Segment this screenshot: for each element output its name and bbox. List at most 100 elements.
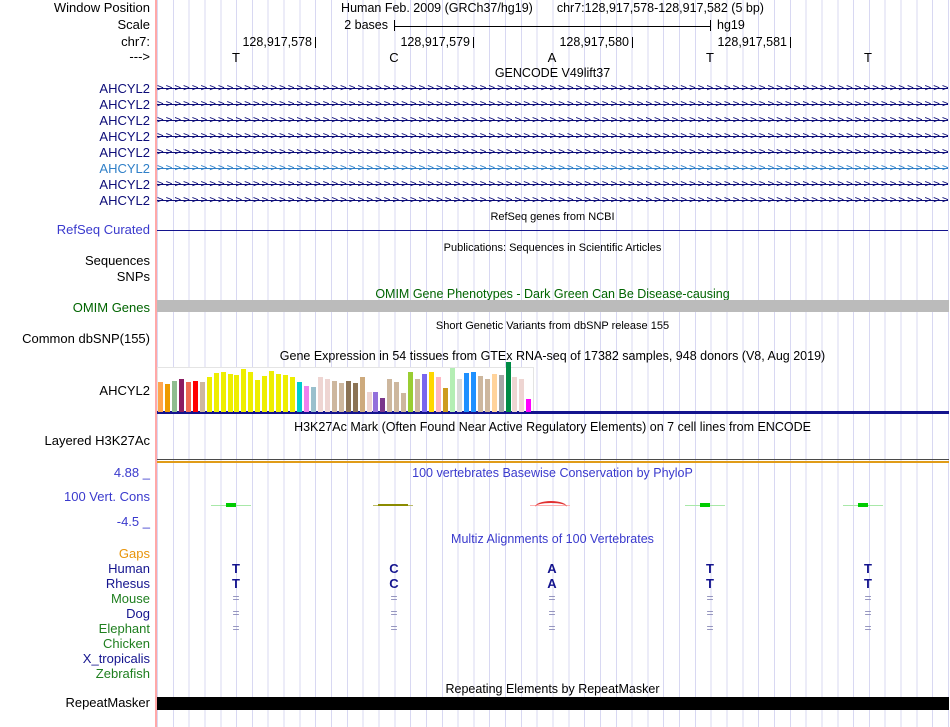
species-label[interactable]: Elephant [0, 621, 150, 636]
gene-label[interactable]: AHCYL2 [0, 161, 150, 176]
gene-transcript-line[interactable]: >>>>>>>>>>>>>>>>>>>>>>>>>>>>>>>>>>>>>>>>… [157, 80, 948, 96]
gtex-tissue-bar[interactable] [165, 384, 170, 412]
gtex-tissue-bar[interactable] [478, 376, 483, 412]
gtex-tissue-bar[interactable] [255, 380, 260, 412]
publications-sequences-label[interactable]: Sequences [0, 254, 150, 268]
species-label[interactable]: Zebrafish [0, 666, 150, 681]
gtex-tissue-bar[interactable] [485, 379, 490, 412]
gtex-tissue-bar[interactable] [186, 382, 191, 412]
gtex-tissue-bar[interactable] [234, 375, 239, 412]
refseq-curated-label[interactable]: RefSeq Curated [0, 223, 150, 237]
repeatmasker-label[interactable]: RepeatMasker [0, 696, 150, 710]
gtex-tissue-bar[interactable] [380, 398, 385, 412]
gene-label[interactable]: AHCYL2 [0, 145, 150, 160]
gtex-tissue-bar[interactable] [214, 373, 219, 412]
gene-label[interactable]: AHCYL2 [0, 177, 150, 192]
alignment-base: T [216, 576, 256, 591]
gtex-tissue-bar[interactable] [311, 387, 316, 412]
gtex-tissue-bar[interactable] [422, 374, 427, 412]
gtex-tissue-bar[interactable] [221, 372, 226, 412]
gene-transcript-line[interactable]: >>>>>>>>>>>>>>>>>>>>>>>>>>>>>>>>>>>>>>>>… [157, 176, 948, 192]
omim-genes-label[interactable]: OMIM Genes [0, 301, 150, 315]
gtex-tissue-bar[interactable] [262, 376, 267, 412]
gtex-tissue-bar[interactable] [387, 379, 392, 412]
gtex-tissue-bar[interactable] [207, 377, 212, 412]
gtex-tissue-bar[interactable] [512, 377, 517, 412]
refseq-curated-line[interactable] [157, 230, 948, 232]
species-label[interactable]: Chicken [0, 636, 150, 651]
gene-label[interactable]: AHCYL2 [0, 81, 150, 96]
gtex-tissue-bar[interactable] [492, 374, 497, 412]
gtex-tissue-bar[interactable] [172, 381, 177, 412]
gtex-tissue-bar[interactable] [499, 375, 504, 412]
alignment-base: C [374, 576, 414, 591]
gtex-tissue-bar[interactable] [519, 379, 524, 412]
gtex-tissue-bar[interactable] [325, 379, 330, 412]
conservation-track-label[interactable]: 100 Vert. Cons [0, 490, 150, 504]
gtex-tissue-bar[interactable] [318, 377, 323, 412]
gencode-track-title: GENCODE V49lift37 [157, 66, 948, 80]
genome-browser-image: Window Position Human Feb. 2009 (GRCh37/… [0, 0, 950, 727]
gtex-tissue-bar[interactable] [464, 373, 469, 412]
gtex-tissue-bar[interactable] [401, 393, 406, 412]
gtex-tissue-bar[interactable] [283, 375, 288, 412]
publications-snps-label[interactable]: SNPs [0, 270, 150, 284]
gene-transcript-line[interactable]: >>>>>>>>>>>>>>>>>>>>>>>>>>>>>>>>>>>>>>>>… [157, 160, 948, 176]
gtex-tissue-bar[interactable] [248, 372, 253, 412]
gtex-tissue-bar[interactable] [332, 381, 337, 412]
refseq-track-title: RefSeq genes from NCBI [157, 210, 948, 224]
dbsnp-common-label[interactable]: Common dbSNP(155) [0, 332, 150, 346]
h3k27ac-label[interactable]: Layered H3K27Ac [0, 434, 150, 448]
gene-transcript-line[interactable]: >>>>>>>>>>>>>>>>>>>>>>>>>>>>>>>>>>>>>>>>… [157, 96, 948, 112]
gtex-tissue-bar[interactable] [394, 382, 399, 412]
gtex-tissue-bar[interactable] [471, 372, 476, 412]
gtex-tissue-bar[interactable] [304, 386, 309, 412]
repeatmasker-element-bar[interactable] [157, 697, 949, 710]
species-label[interactable]: Rhesus [0, 576, 150, 591]
gtex-tissue-bar[interactable] [179, 379, 184, 412]
gtex-tissue-bar[interactable] [450, 368, 455, 412]
gtex-tissue-bar[interactable] [506, 362, 511, 412]
gtex-tissue-bar[interactable] [241, 369, 246, 412]
sequence-base: C [374, 50, 414, 65]
gene-label[interactable]: AHCYL2 [0, 113, 150, 128]
gene-label[interactable]: AHCYL2 [0, 193, 150, 208]
gtex-tissue-bar[interactable] [193, 381, 198, 412]
gtex-tissue-bar[interactable] [415, 379, 420, 412]
coordinate-tick [315, 37, 316, 48]
gene-transcript-line[interactable]: >>>>>>>>>>>>>>>>>>>>>>>>>>>>>>>>>>>>>>>>… [157, 192, 948, 208]
gtex-tissue-bar[interactable] [443, 388, 448, 412]
gene-transcript-line[interactable]: >>>>>>>>>>>>>>>>>>>>>>>>>>>>>>>>>>>>>>>>… [157, 112, 948, 128]
gtex-tissue-bar[interactable] [408, 372, 413, 412]
omim-gene-bar[interactable] [157, 300, 949, 312]
gtex-tissue-bar[interactable] [269, 371, 274, 412]
gtex-tissue-bar[interactable] [276, 374, 281, 412]
gtex-tissue-bar[interactable] [297, 382, 302, 412]
species-label[interactable]: Human [0, 561, 150, 576]
gtex-tissue-bar[interactable] [367, 392, 372, 412]
gtex-tissue-bar[interactable] [158, 382, 163, 412]
gtex-tissue-bar[interactable] [457, 379, 462, 412]
gtex-tissue-bar[interactable] [429, 372, 434, 412]
gene-transcript-line[interactable]: >>>>>>>>>>>>>>>>>>>>>>>>>>>>>>>>>>>>>>>>… [157, 144, 948, 160]
gtex-tissue-bar[interactable] [353, 383, 358, 412]
gtex-tissue-bar[interactable] [360, 377, 365, 412]
gtex-tissue-bar[interactable] [290, 377, 295, 412]
gtex-tissue-bar[interactable] [346, 381, 351, 412]
scale-genome: hg19 [717, 18, 745, 32]
alignment-gap-mark: = [532, 621, 572, 636]
species-label[interactable]: Mouse [0, 591, 150, 606]
gtex-tissue-bar[interactable] [200, 382, 205, 412]
gtex-tissue-bar[interactable] [373, 392, 378, 412]
species-label[interactable]: X_tropicalis [0, 651, 150, 666]
species-label[interactable]: Dog [0, 606, 150, 621]
gene-label[interactable]: AHCYL2 [0, 97, 150, 112]
gtex-tissue-bar[interactable] [436, 377, 441, 412]
gene-transcript-line[interactable]: >>>>>>>>>>>>>>>>>>>>>>>>>>>>>>>>>>>>>>>>… [157, 128, 948, 144]
gtex-gene-label[interactable]: AHCYL2 [0, 384, 150, 398]
gene-label[interactable]: AHCYL2 [0, 129, 150, 144]
gtex-tissue-bar[interactable] [339, 383, 344, 412]
gtex-tissue-bar[interactable] [526, 399, 531, 412]
species-label[interactable]: Gaps [0, 546, 150, 561]
gtex-tissue-bar[interactable] [228, 374, 233, 412]
